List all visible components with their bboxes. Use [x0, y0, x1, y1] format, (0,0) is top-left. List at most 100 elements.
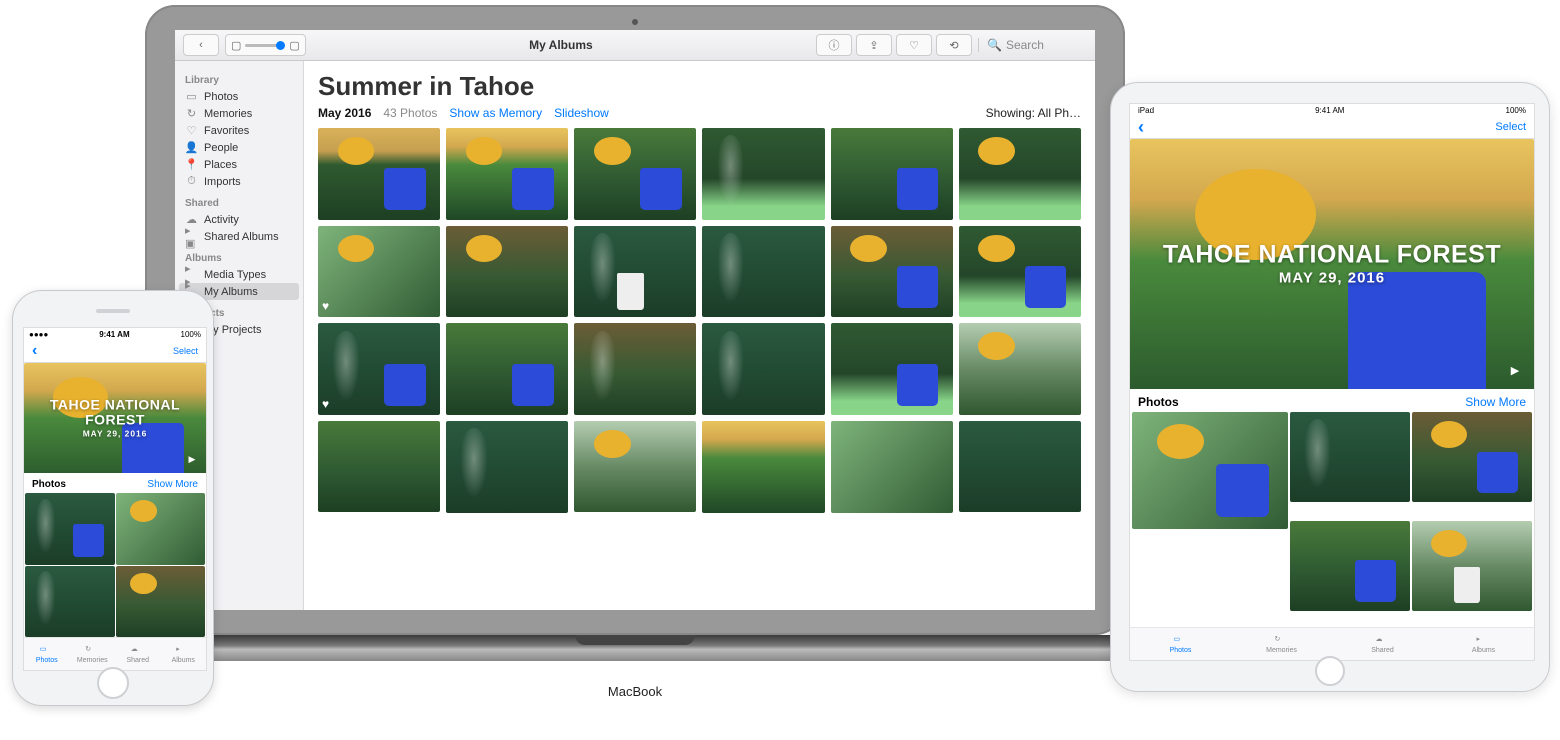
- window-title: My Albums: [312, 38, 810, 52]
- photo-thumbnail[interactable]: [446, 421, 568, 513]
- hero-title: TAHOE NATIONAL FOREST: [24, 397, 206, 427]
- macbook-toolbar: ‹ ▢ ▢ My Albums ⓘ ⇪ ♡ ⟲ 🔍 Search: [175, 30, 1095, 61]
- photo-thumbnail[interactable]: [959, 323, 1081, 415]
- album-date: May 2016: [318, 106, 371, 120]
- tab-memories[interactable]: ↻Memories: [1231, 628, 1332, 660]
- photo-thumbnail[interactable]: [1412, 412, 1532, 502]
- sidebar-item-places[interactable]: 📍Places: [179, 156, 299, 173]
- play-icon[interactable]: ▶: [1502, 357, 1528, 383]
- home-button[interactable]: [97, 667, 129, 699]
- tab-photos[interactable]: ▭Photos: [24, 638, 70, 670]
- albums-icon: ▸: [176, 645, 190, 656]
- status-battery: 100%: [1506, 106, 1526, 115]
- photo-thumbnail[interactable]: [831, 226, 953, 318]
- back-button[interactable]: ‹: [32, 342, 37, 360]
- photo-thumbnail[interactable]: [1290, 412, 1410, 502]
- tab-albums[interactable]: ▸Albums: [161, 638, 207, 670]
- status-battery: 100%: [181, 330, 201, 339]
- hero-subtitle: MAY 29, 2016: [24, 430, 206, 439]
- photo-thumbnail[interactable]: [702, 323, 824, 415]
- photo-thumbnail[interactable]: [959, 421, 1081, 513]
- favorite-button[interactable]: ♡: [896, 34, 932, 56]
- showing-filter[interactable]: Showing: All Ph…: [986, 106, 1081, 120]
- tab-shared[interactable]: ☁Shared: [115, 638, 161, 670]
- photo-thumbnail[interactable]: [446, 323, 568, 415]
- photo-thumbnail[interactable]: [1290, 521, 1410, 611]
- ipad-status-bar: iPad 9:41 AM 100%: [1130, 104, 1534, 116]
- back-button[interactable]: ‹: [183, 34, 219, 56]
- tab-shared[interactable]: ☁Shared: [1332, 628, 1433, 660]
- share-button[interactable]: ⇪: [856, 34, 892, 56]
- sidebar-item-label: Favorites: [204, 125, 249, 137]
- home-button[interactable]: [1315, 656, 1345, 686]
- search-input[interactable]: 🔍 Search: [978, 38, 1087, 52]
- sidebar-item-photos[interactable]: ▭Photos: [179, 88, 299, 105]
- photo-thumbnail[interactable]: [25, 566, 115, 638]
- photo-thumbnail[interactable]: [1412, 521, 1532, 611]
- select-button[interactable]: Select: [173, 346, 198, 356]
- tab-memories[interactable]: ↻Memories: [70, 638, 116, 670]
- sidebar-item-label: People: [204, 142, 238, 154]
- sidebar-item-favorites[interactable]: ♡Favorites: [179, 122, 299, 139]
- back-button[interactable]: ‹: [1138, 117, 1144, 138]
- tab-label: Shared: [126, 657, 149, 664]
- slideshow-link[interactable]: Slideshow: [554, 106, 609, 120]
- photo-thumbnail[interactable]: [574, 421, 696, 513]
- sidebar-item-label: Places: [204, 159, 237, 171]
- status-time: 9:41 AM: [1315, 106, 1344, 115]
- info-button[interactable]: ⓘ: [816, 34, 852, 56]
- photo-thumbnail[interactable]: [116, 493, 206, 565]
- photo-thumbnail[interactable]: [318, 421, 440, 513]
- photos-icon: ▭: [1174, 635, 1188, 646]
- play-icon[interactable]: ▶: [184, 451, 200, 467]
- photo-thumbnail[interactable]: [1132, 412, 1288, 529]
- sidebar-item-imports[interactable]: ⏱Imports: [179, 173, 299, 190]
- tab-photos[interactable]: ▭Photos: [1130, 628, 1231, 660]
- album-count: 43 Photos: [383, 106, 437, 120]
- photo-thumbnail[interactable]: [318, 128, 440, 220]
- photo-thumbnail[interactable]: [702, 421, 824, 513]
- search-placeholder: Search: [1006, 38, 1044, 52]
- camera-icon: [632, 19, 638, 25]
- tab-label: Albums: [1472, 647, 1495, 654]
- photo-thumbnail[interactable]: [116, 566, 206, 638]
- cloud-icon: ☁: [131, 645, 145, 656]
- rotate-button[interactable]: ⟲: [936, 34, 972, 56]
- photo-thumbnail[interactable]: [831, 421, 953, 513]
- photo-thumbnail[interactable]: [574, 128, 696, 220]
- photo-thumbnail[interactable]: [831, 128, 953, 220]
- sidebar-item-people[interactable]: 👤People: [179, 139, 299, 156]
- select-button[interactable]: Select: [1495, 121, 1526, 133]
- photo-thumbnail[interactable]: [446, 128, 568, 220]
- iphone-status-bar: ●●●● 9:41 AM 100%: [24, 328, 206, 340]
- memory-hero[interactable]: TAHOE NATIONAL FOREST MAY 29, 2016 ▶: [24, 363, 206, 473]
- main-content: Summer in Tahoe May 2016 43 Photos Show …: [304, 61, 1095, 610]
- iphone-screen: ●●●● 9:41 AM 100% ‹ Select TAHOE NATIONA…: [23, 327, 207, 671]
- photo-thumbnail[interactable]: ♥: [318, 323, 440, 415]
- section-title: Photos: [1138, 395, 1179, 409]
- photo-thumbnail[interactable]: [702, 226, 824, 318]
- show-more-link[interactable]: Show More: [1465, 395, 1526, 409]
- macbook-base: [75, 635, 1195, 661]
- photo-thumbnail[interactable]: [574, 323, 696, 415]
- imports-icon: ⏱: [185, 175, 198, 188]
- photo-thumbnail[interactable]: [574, 226, 696, 318]
- photo-thumbnail[interactable]: ♥: [318, 226, 440, 318]
- photo-thumbnail[interactable]: [959, 128, 1081, 220]
- show-more-link[interactable]: Show More: [147, 479, 198, 490]
- photo-thumbnail[interactable]: [959, 226, 1081, 318]
- tab-albums[interactable]: ▸Albums: [1433, 628, 1534, 660]
- zoom-slider[interactable]: ▢ ▢: [225, 34, 306, 56]
- photo-thumbnail[interactable]: [25, 493, 115, 565]
- status-left: iPad: [1138, 106, 1154, 115]
- show-as-memory-link[interactable]: Show as Memory: [449, 106, 542, 120]
- photo-thumbnail[interactable]: [446, 226, 568, 318]
- sidebar-item-shared-albums[interactable]: ▸ ▣Shared Albums: [179, 228, 299, 245]
- photo-thumbnail[interactable]: [831, 323, 953, 415]
- sidebar-heading: Albums: [185, 253, 293, 264]
- sidebar-item-memories[interactable]: ↻Memories: [179, 105, 299, 122]
- hero-subtitle: MAY 29, 2016: [1130, 270, 1534, 286]
- memory-hero[interactable]: TAHOE NATIONAL FOREST MAY 29, 2016 ▶: [1130, 139, 1534, 389]
- carrier-icon: ●●●●: [29, 330, 48, 339]
- photo-thumbnail[interactable]: [702, 128, 824, 220]
